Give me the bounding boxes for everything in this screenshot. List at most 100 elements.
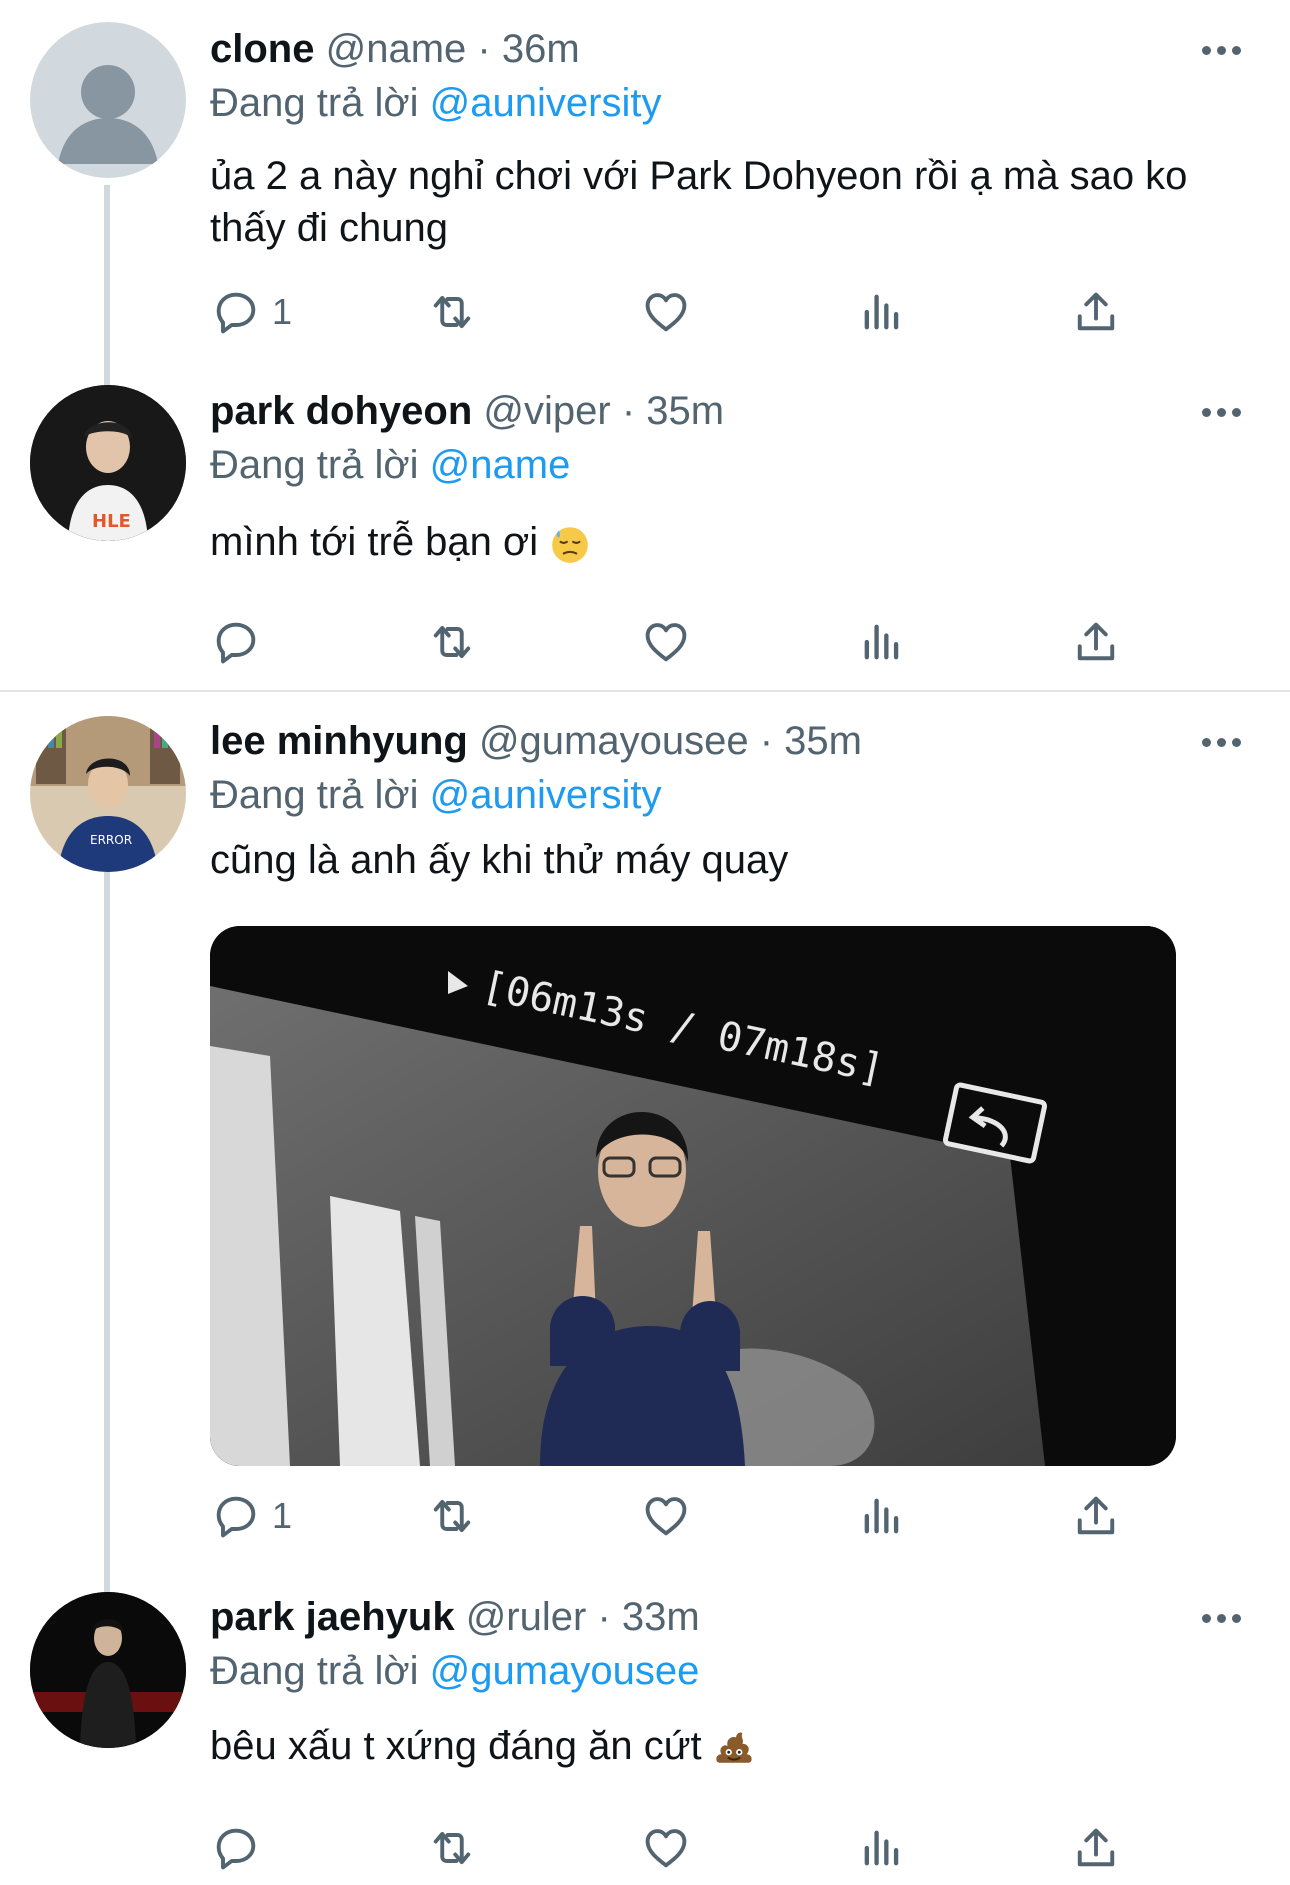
reply-button[interactable]: 1 — [210, 282, 292, 342]
like-button[interactable] — [640, 1818, 692, 1878]
avatar-ruler[interactable] — [30, 1592, 186, 1748]
separator: · — [597, 1595, 611, 1639]
timestamp[interactable]: 33m — [622, 1595, 700, 1639]
thread-line — [104, 185, 110, 385]
reply-mention[interactable]: @gumayousee — [430, 1649, 700, 1693]
separator: · — [759, 719, 774, 763]
like-button[interactable] — [640, 612, 692, 672]
default-user-icon — [58, 65, 158, 164]
timestamp[interactable]: 35m — [784, 719, 862, 763]
display-name[interactable]: park dohyeon — [210, 389, 472, 433]
reply-count: 1 — [272, 291, 293, 332]
user-handle[interactable]: @viper — [483, 389, 610, 433]
analytics-icon — [864, 1830, 899, 1866]
tweet-text: mình tới trễ bạn ơi — [210, 520, 539, 564]
tweet-header: park dohyeon @viper · 35m — [210, 386, 1250, 436]
tweet-text-container: mình tới trễ bạn ơi — [210, 516, 1250, 568]
share-icon — [1077, 292, 1115, 331]
like-button[interactable] — [640, 282, 692, 342]
more-options-icon[interactable] — [1202, 402, 1252, 422]
reply-icon — [216, 292, 256, 334]
retweet-icon — [433, 625, 471, 659]
views-button[interactable] — [856, 1818, 908, 1878]
more-options-icon[interactable] — [1202, 40, 1252, 60]
share-icon — [1077, 622, 1115, 661]
retweet-icon — [433, 295, 471, 329]
avatar-viper[interactable]: HLE — [30, 385, 186, 541]
views-button[interactable] — [856, 612, 908, 672]
tweet-media-photo[interactable]: [06m13s / 07m18s] — [210, 926, 1176, 1466]
reply-icon — [216, 1828, 256, 1870]
reply-button[interactable] — [210, 1818, 272, 1878]
svg-text:ERROR: ERROR — [90, 833, 132, 847]
analytics-icon — [864, 294, 899, 330]
action-bar: 1 — [210, 282, 1170, 342]
user-handle[interactable]: @name — [326, 27, 467, 71]
tweet-header: lee minhyung @gumayousee · 35m — [210, 716, 1250, 766]
user-handle[interactable]: @gumayousee — [479, 719, 749, 763]
thread-divider — [0, 690, 1290, 692]
reply-count: 1 — [272, 1495, 293, 1536]
retweet-button[interactable] — [426, 612, 478, 672]
retweet-icon — [433, 1831, 471, 1865]
reply-context: Đang trả lời @name — [210, 440, 1250, 490]
more-options-icon[interactable] — [1202, 1608, 1252, 1628]
tweet-text: bêu xấu t xứng đáng ăn cứt — [210, 1724, 702, 1768]
avatar-default[interactable] — [30, 22, 186, 178]
reply-context: Đang trả lời @gumayousee — [210, 1646, 1250, 1696]
reply-prefix: Đang trả lời — [210, 443, 419, 487]
action-bar — [210, 1818, 1170, 1878]
tweet-header: clone @name · 36m — [210, 24, 1250, 74]
reply-mention[interactable]: @auniversity — [430, 773, 662, 817]
more-options-icon[interactable] — [1202, 732, 1252, 752]
retweet-button[interactable] — [426, 282, 478, 342]
tweet-text: ủa 2 a này nghỉ chơi với Park Dohyeon rồ… — [210, 154, 1188, 250]
reply-button[interactable] — [210, 612, 272, 672]
views-button[interactable] — [856, 282, 908, 342]
pile-of-poo-icon — [716, 1732, 752, 1764]
avatar-gumayusi[interactable]: ERROR — [30, 716, 186, 872]
display-name[interactable]: clone — [210, 27, 314, 71]
camera-screen-image: [06m13s / 07m18s] — [210, 926, 1176, 1466]
retweet-icon — [433, 1499, 471, 1533]
display-name[interactable]: park jaehyuk — [210, 1595, 455, 1639]
timestamp[interactable]: 36m — [502, 27, 580, 71]
reply-prefix: Đang trả lời — [210, 1649, 419, 1693]
share-button[interactable] — [1070, 1486, 1122, 1546]
like-button[interactable] — [640, 1486, 692, 1546]
heart-icon — [645, 1829, 687, 1868]
thread-line — [104, 872, 110, 1592]
analytics-icon — [864, 624, 899, 660]
separator: · — [621, 389, 636, 433]
reply-mention[interactable]: @name — [430, 443, 571, 487]
retweet-button[interactable] — [426, 1818, 478, 1878]
profile-photo: HLE — [30, 385, 186, 541]
share-button[interactable] — [1070, 612, 1122, 672]
reply-prefix: Đang trả lời — [210, 81, 419, 125]
reply-icon — [216, 622, 256, 664]
timestamp[interactable]: 35m — [646, 389, 724, 433]
share-button[interactable] — [1070, 1818, 1122, 1878]
profile-photo: ERROR — [30, 716, 186, 872]
reply-button[interactable]: 1 — [210, 1486, 292, 1546]
views-button[interactable] — [856, 1486, 908, 1546]
user-handle[interactable]: @ruler — [466, 1595, 587, 1639]
reply-icon — [216, 1496, 256, 1538]
reply-prefix: Đang trả lời — [210, 773, 419, 817]
action-bar — [210, 612, 1170, 672]
share-icon — [1077, 1828, 1115, 1867]
heart-icon — [645, 623, 687, 662]
heart-icon — [645, 293, 687, 332]
svg-text:HLE: HLE — [92, 511, 131, 532]
separator: · — [477, 27, 491, 71]
action-bar: 1 — [210, 1486, 1170, 1546]
tweet-text: cũng là anh ấy khi thử máy quay — [210, 838, 789, 882]
retweet-button[interactable] — [426, 1486, 478, 1546]
reply-mention[interactable]: @auniversity — [430, 81, 662, 125]
share-button[interactable] — [1070, 282, 1122, 342]
reply-context: Đang trả lời @auniversity — [210, 770, 1250, 820]
share-icon — [1077, 1496, 1115, 1535]
display-name[interactable]: lee minhyung — [210, 719, 468, 763]
downcast-sweat-face-icon — [552, 527, 589, 564]
profile-photo — [30, 1592, 186, 1748]
